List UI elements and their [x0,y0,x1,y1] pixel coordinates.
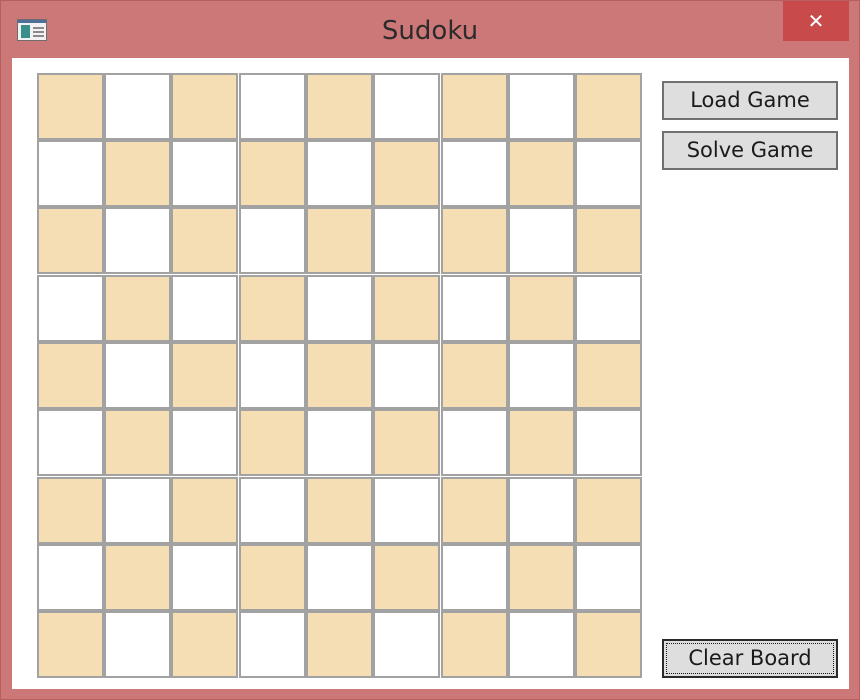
sudoku-cell[interactable] [306,73,373,140]
sudoku-cell[interactable] [575,207,642,274]
sudoku-cell[interactable] [373,73,440,140]
sudoku-cell[interactable] [508,207,575,274]
sudoku-cell[interactable] [171,140,238,207]
sudoku-cell[interactable] [239,611,306,678]
sudoku-cell[interactable] [239,207,306,274]
sudoku-cell[interactable] [306,275,373,342]
sudoku-cell[interactable] [239,477,306,544]
sudoku-cell[interactable] [441,73,508,140]
sudoku-cell[interactable] [575,477,642,544]
sudoku-cell[interactable] [104,409,171,476]
sudoku-cell[interactable] [508,275,575,342]
sudoku-cell[interactable] [239,73,306,140]
sudoku-cell[interactable] [104,140,171,207]
sudoku-cell[interactable] [306,544,373,611]
sudoku-cell[interactable] [239,275,306,342]
sudoku-cell[interactable] [441,611,508,678]
sudoku-cell[interactable] [441,477,508,544]
sudoku-cell[interactable] [239,140,306,207]
sudoku-cell[interactable] [373,477,440,544]
sudoku-cell[interactable] [508,73,575,140]
sudoku-cell[interactable] [441,140,508,207]
sudoku-cell[interactable] [373,342,440,409]
sudoku-board [37,73,642,678]
sudoku-cell[interactable] [37,477,104,544]
sudoku-cell[interactable] [508,409,575,476]
sudoku-cell[interactable] [171,477,238,544]
close-button[interactable]: ✕ [783,1,849,41]
sudoku-cell[interactable] [508,477,575,544]
sudoku-cell[interactable] [239,409,306,476]
clear-board-button[interactable]: Clear Board [662,639,838,678]
sudoku-cell[interactable] [373,409,440,476]
solve-game-button[interactable]: Solve Game [662,131,838,170]
close-icon: ✕ [807,9,825,33]
client-area: Load Game Solve Game Clear Board [12,58,849,689]
sudoku-cell[interactable] [171,544,238,611]
sudoku-cell[interactable] [441,409,508,476]
sudoku-cell[interactable] [37,342,104,409]
sudoku-cell[interactable] [441,544,508,611]
sudoku-cell[interactable] [104,611,171,678]
sudoku-cell[interactable] [306,140,373,207]
sudoku-cell[interactable] [575,409,642,476]
sudoku-cell[interactable] [508,544,575,611]
sudoku-cell[interactable] [171,409,238,476]
sudoku-cell[interactable] [171,207,238,274]
sudoku-cell[interactable] [508,611,575,678]
sudoku-cell[interactable] [104,207,171,274]
sudoku-cell[interactable] [37,275,104,342]
sudoku-cell[interactable] [575,73,642,140]
sudoku-cell[interactable] [37,207,104,274]
sudoku-cell[interactable] [373,140,440,207]
sudoku-cell[interactable] [575,544,642,611]
sudoku-cell[interactable] [306,409,373,476]
sudoku-cell[interactable] [37,140,104,207]
sudoku-cell[interactable] [441,207,508,274]
sudoku-cell[interactable] [104,544,171,611]
sudoku-cell[interactable] [171,73,238,140]
sudoku-cell[interactable] [104,73,171,140]
sudoku-cell[interactable] [508,140,575,207]
clear-board-label: Clear Board [688,646,812,670]
sudoku-cell[interactable] [441,275,508,342]
sudoku-cell[interactable] [37,544,104,611]
sudoku-cell[interactable] [373,207,440,274]
sudoku-cell[interactable] [373,275,440,342]
sudoku-cell[interactable] [306,342,373,409]
sudoku-cell[interactable] [171,342,238,409]
sudoku-cell[interactable] [239,544,306,611]
sudoku-cell[interactable] [37,73,104,140]
sudoku-cell[interactable] [239,342,306,409]
sudoku-cell[interactable] [104,342,171,409]
load-game-button[interactable]: Load Game [662,81,838,120]
sudoku-cell[interactable] [508,342,575,409]
sudoku-cell[interactable] [575,275,642,342]
sudoku-cell[interactable] [441,342,508,409]
sudoku-cell[interactable] [306,477,373,544]
sudoku-cell[interactable] [575,140,642,207]
sudoku-cell[interactable] [171,275,238,342]
sudoku-cell[interactable] [104,275,171,342]
title-bar[interactable]: Sudoku ✕ [1,1,859,57]
sudoku-cell[interactable] [306,611,373,678]
sudoku-cell[interactable] [373,611,440,678]
sudoku-cell[interactable] [37,409,104,476]
sudoku-cell[interactable] [37,611,104,678]
sudoku-cell[interactable] [373,544,440,611]
sudoku-cell[interactable] [104,477,171,544]
sudoku-cell[interactable] [575,342,642,409]
sudoku-cell[interactable] [306,207,373,274]
window-title: Sudoku [381,16,479,46]
sudoku-cell[interactable] [575,611,642,678]
app-window: Sudoku ✕ Load Game Solve Game Clear Boar… [0,0,860,700]
sudoku-cell[interactable] [171,611,238,678]
